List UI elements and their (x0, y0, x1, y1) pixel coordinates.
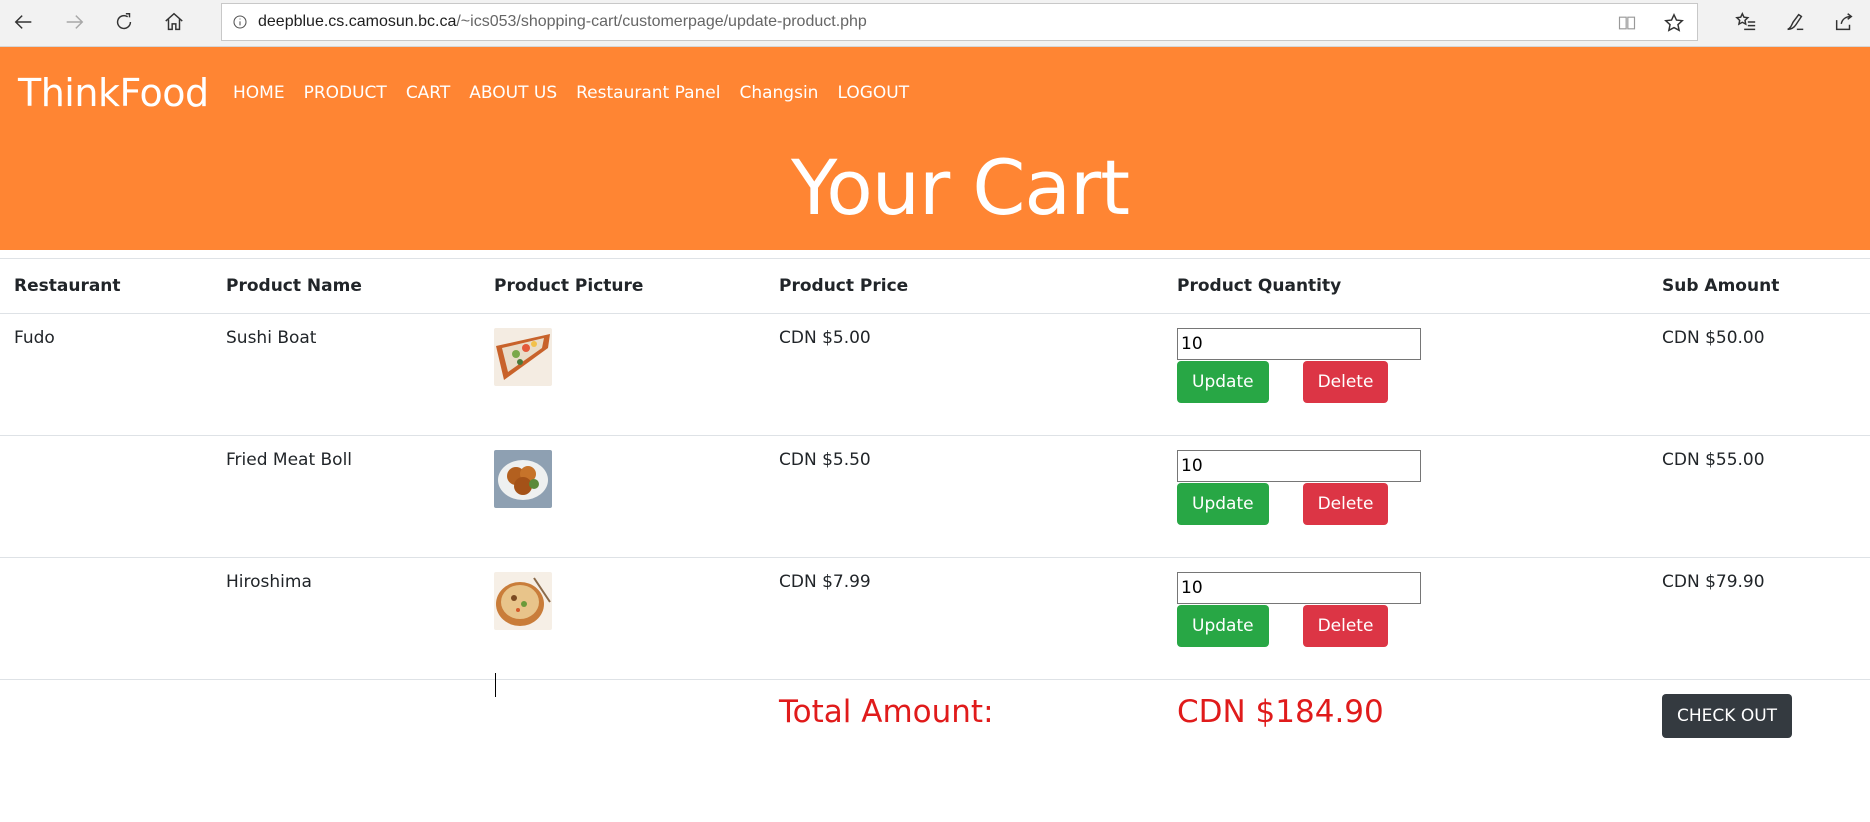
total-amount: CDN $184.90 (1177, 694, 1384, 730)
header-product-price: Product Price (765, 258, 1163, 314)
home-button[interactable] (150, 0, 198, 44)
back-button[interactable] (0, 0, 48, 44)
nav-user[interactable]: Changsin (739, 83, 818, 103)
quantity-input[interactable] (1177, 328, 1421, 360)
total-label: Total Amount: (779, 694, 994, 730)
refresh-icon (116, 13, 132, 30)
forward-arrow-icon (66, 15, 84, 29)
share-icon (1835, 13, 1853, 31)
forward-button[interactable] (50, 0, 98, 44)
nav-product[interactable]: PRODUCT (304, 83, 387, 103)
url-host: deepblue.cs.camosun.bc.ca (258, 13, 457, 30)
cell-product-price: CDN $5.00 (765, 313, 1163, 436)
header-restaurant: Restaurant (0, 258, 212, 314)
hiroshima-image (494, 572, 552, 630)
nav-home[interactable]: HOME (233, 83, 285, 103)
info-icon[interactable] (222, 4, 258, 40)
home-icon (165, 12, 183, 31)
url-path: /~ics053/shopping-cart/customerpage/upda… (456, 13, 867, 30)
cell-restaurant: Fudo (0, 313, 212, 436)
cell-product-name: Sushi Boat (212, 313, 480, 436)
delete-button[interactable]: Delete (1302, 361, 1389, 403)
pen-icon (1787, 13, 1804, 31)
update-button[interactable]: Update (1177, 361, 1269, 403)
cell-sub-amount: CDN $79.90 (1648, 557, 1870, 680)
main-nav: HOME PRODUCT CART ABOUT US Restaurant Pa… (233, 83, 928, 103)
checkout-button[interactable]: CHECK OUT (1662, 694, 1793, 738)
quantity-input[interactable] (1177, 572, 1421, 604)
sushi-boat-image (494, 328, 552, 386)
brand-logo[interactable]: ThinkFood (18, 71, 209, 115)
row-actions: Update Delete (1177, 483, 1634, 525)
cell-product-picture (480, 557, 765, 680)
address-bar[interactable]: deepblue.cs.camosun.bc.ca/~ics053/shoppi… (221, 3, 1698, 41)
header-sub-amount: Sub Amount (1648, 258, 1870, 314)
total-label-cell: Total Amount: (765, 679, 1163, 760)
text-cursor (495, 673, 496, 697)
reading-view-icon[interactable] (1617, 13, 1637, 37)
site-header: ThinkFood HOME PRODUCT CART ABOUT US Res… (0, 47, 1870, 250)
header-product-quantity: Product Quantity (1163, 258, 1648, 314)
page-title: Your Cart (790, 143, 1130, 232)
table-header-row: Restaurant Product Name Product Picture … (0, 258, 1870, 314)
favorites-button[interactable] (1722, 0, 1770, 44)
table-row: Fried Meat Boll CDN $5.50 Update Delete (0, 435, 1870, 558)
cell-product-name: Hiroshima (212, 557, 480, 680)
checkout-cell: CHECK OUT (1648, 679, 1870, 760)
cell-product-quantity: Update Delete (1163, 557, 1648, 680)
notes-button[interactable] (1771, 0, 1819, 44)
cart-table: Restaurant Product Name Product Picture … (0, 258, 1870, 760)
nav-about-us[interactable]: ABOUT US (469, 83, 557, 103)
favorite-star-icon[interactable] (1663, 12, 1685, 38)
header-product-picture: Product Picture (480, 258, 765, 314)
cell-sub-amount: CDN $55.00 (1648, 435, 1870, 558)
delete-button[interactable]: Delete (1302, 483, 1389, 525)
nav-cart[interactable]: CART (406, 83, 450, 103)
total-value-cell: CDN $184.90 (1163, 679, 1648, 760)
refresh-button[interactable] (100, 0, 148, 44)
share-button[interactable] (1820, 0, 1868, 44)
nav-logout[interactable]: LOGOUT (837, 83, 909, 103)
header-product-name: Product Name (212, 258, 480, 314)
table-row: Hiroshima CDN $7.99 Update Delete (0, 557, 1870, 680)
fried-meatball-image (494, 450, 552, 508)
browser-toolbar: deepblue.cs.camosun.bc.ca/~ics053/shoppi… (0, 0, 1870, 47)
row-actions: Update Delete (1177, 361, 1634, 403)
update-button[interactable]: Update (1177, 483, 1269, 525)
cell-product-price: CDN $7.99 (765, 557, 1163, 680)
cell-product-picture (480, 435, 765, 558)
cell-sub-amount: CDN $50.00 (1648, 313, 1870, 436)
quantity-input[interactable] (1177, 450, 1421, 482)
table-row: Fudo Sushi Boat CDN $5.00 Update D (0, 313, 1870, 436)
nav-restaurant-panel[interactable]: Restaurant Panel (576, 83, 720, 103)
cell-product-quantity: Update Delete (1163, 313, 1648, 436)
cell-restaurant (0, 557, 212, 680)
total-row: Total Amount: CDN $184.90 CHECK OUT (0, 679, 1870, 760)
back-arrow-icon (14, 15, 32, 29)
url-text[interactable]: deepblue.cs.camosun.bc.ca/~ics053/shoppi… (258, 13, 867, 31)
row-actions: Update Delete (1177, 605, 1634, 647)
cell-product-quantity: Update Delete (1163, 435, 1648, 558)
favorites-list-icon (1735, 12, 1756, 31)
cell-product-price: CDN $5.50 (765, 435, 1163, 558)
cell-restaurant (0, 435, 212, 558)
cell-product-picture (480, 313, 765, 436)
update-button[interactable]: Update (1177, 605, 1269, 647)
delete-button[interactable]: Delete (1302, 605, 1389, 647)
cell-product-name: Fried Meat Boll (212, 435, 480, 558)
